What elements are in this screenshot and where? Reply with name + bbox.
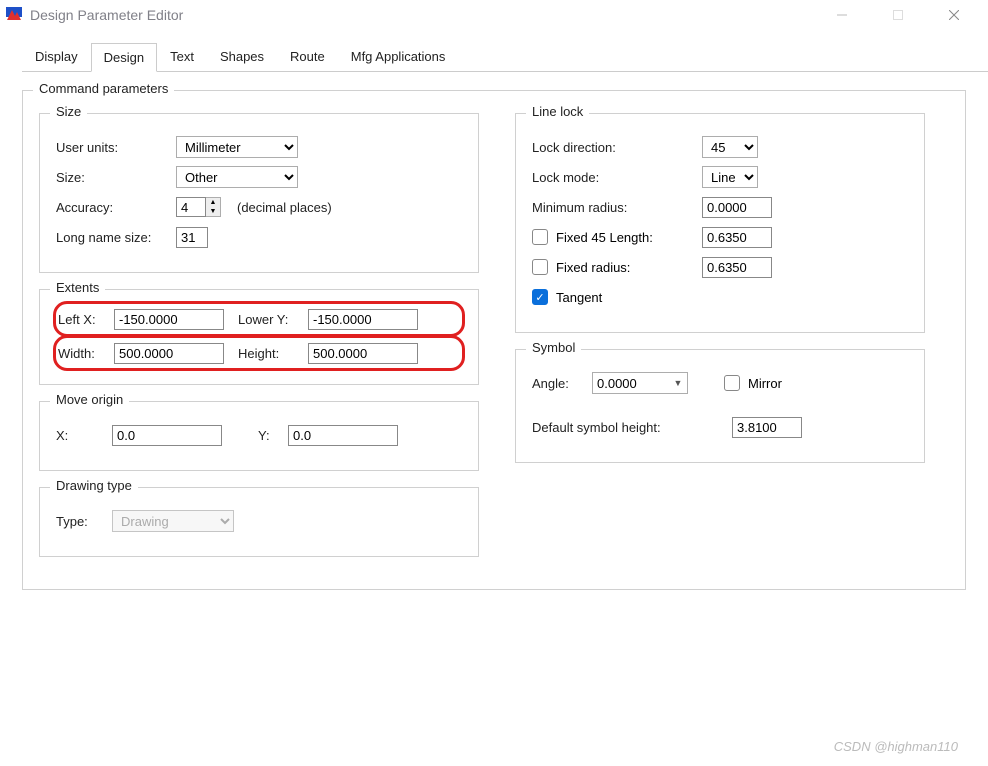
tab-display[interactable]: Display bbox=[22, 42, 91, 71]
move-x-input[interactable] bbox=[112, 425, 222, 446]
command-parameters-group: Command parameters Size User units: Mill… bbox=[22, 90, 966, 590]
width-input[interactable] bbox=[114, 343, 224, 364]
fixed-45-input[interactable] bbox=[702, 227, 772, 248]
tab-shapes[interactable]: Shapes bbox=[207, 42, 277, 71]
fixed-45-label: Fixed 45 Length: bbox=[556, 230, 653, 245]
user-units-label: User units: bbox=[56, 140, 176, 155]
minimize-button[interactable] bbox=[824, 1, 860, 29]
long-name-size-label: Long name size: bbox=[56, 230, 176, 245]
size-group: Size User units: Millimeter Size: Other … bbox=[39, 113, 479, 273]
checkbox-icon bbox=[724, 375, 740, 391]
window-controls bbox=[824, 1, 972, 29]
move-y-input[interactable] bbox=[288, 425, 398, 446]
type-select: Drawing bbox=[112, 510, 234, 532]
left-x-input[interactable] bbox=[114, 309, 224, 330]
close-button[interactable] bbox=[936, 1, 972, 29]
minimum-radius-input[interactable] bbox=[702, 197, 772, 218]
accuracy-spinner[interactable]: ▲▼ bbox=[176, 197, 221, 217]
symbol-legend: Symbol bbox=[526, 340, 581, 355]
angle-combo[interactable]: ▼ bbox=[592, 372, 688, 394]
checkbox-icon bbox=[532, 229, 548, 245]
fixed-45-checkbox[interactable]: Fixed 45 Length: bbox=[532, 229, 702, 245]
type-label: Type: bbox=[56, 514, 112, 529]
extents-legend: Extents bbox=[50, 280, 105, 295]
fixed-radius-label: Fixed radius: bbox=[556, 260, 630, 275]
command-parameters-legend: Command parameters bbox=[33, 81, 174, 96]
default-symbol-height-label: Default symbol height: bbox=[532, 420, 732, 435]
spinner-up-icon[interactable]: ▲ bbox=[206, 198, 220, 207]
lock-direction-select[interactable]: 45 bbox=[702, 136, 758, 158]
left-x-label: Left X: bbox=[58, 312, 114, 327]
minimum-radius-label: Minimum radius: bbox=[532, 200, 702, 215]
accuracy-hint: (decimal places) bbox=[237, 200, 332, 215]
angle-input[interactable] bbox=[593, 374, 669, 392]
fixed-radius-input[interactable] bbox=[702, 257, 772, 278]
tab-route[interactable]: Route bbox=[277, 42, 338, 71]
extents-highlight-2: Width: Height: bbox=[53, 335, 465, 371]
window-title: Design Parameter Editor bbox=[30, 7, 824, 23]
window-titlebar: Design Parameter Editor bbox=[0, 0, 988, 30]
watermark: CSDN @highman110 bbox=[834, 739, 958, 754]
maximize-button[interactable] bbox=[880, 1, 916, 29]
width-label: Width: bbox=[58, 346, 114, 361]
move-origin-legend: Move origin bbox=[50, 392, 129, 407]
line-lock-legend: Line lock bbox=[526, 104, 589, 119]
app-icon bbox=[6, 7, 22, 23]
checkbox-icon bbox=[532, 259, 548, 275]
line-lock-group: Line lock Lock direction: 45 Lock mode: … bbox=[515, 113, 925, 333]
fixed-radius-checkbox[interactable]: Fixed radius: bbox=[532, 259, 702, 275]
tangent-checkbox[interactable]: ✓ Tangent bbox=[532, 289, 602, 305]
height-label: Height: bbox=[238, 346, 308, 361]
size-select[interactable]: Other bbox=[176, 166, 298, 188]
mirror-label: Mirror bbox=[748, 376, 782, 391]
lock-mode-select[interactable]: Line bbox=[702, 166, 758, 188]
long-name-size-input[interactable] bbox=[176, 227, 208, 248]
drawing-type-legend: Drawing type bbox=[50, 478, 138, 493]
accuracy-label: Accuracy: bbox=[56, 200, 176, 215]
lock-mode-label: Lock mode: bbox=[532, 170, 702, 185]
lower-y-input[interactable] bbox=[308, 309, 418, 330]
spinner-down-icon[interactable]: ▼ bbox=[206, 207, 220, 216]
mirror-checkbox[interactable]: Mirror bbox=[724, 375, 782, 391]
move-y-label: Y: bbox=[258, 428, 288, 443]
move-x-label: X: bbox=[56, 428, 112, 443]
checkbox-checked-icon: ✓ bbox=[532, 289, 548, 305]
default-symbol-height-input[interactable] bbox=[732, 417, 802, 438]
angle-label: Angle: bbox=[532, 376, 592, 391]
tab-mfg-applications[interactable]: Mfg Applications bbox=[338, 42, 459, 71]
height-input[interactable] bbox=[308, 343, 418, 364]
symbol-group: Symbol Angle: ▼ Mirror Default sy bbox=[515, 349, 925, 463]
extents-highlight-1: Left X: Lower Y: bbox=[53, 301, 465, 337]
size-legend: Size bbox=[50, 104, 87, 119]
lower-y-label: Lower Y: bbox=[238, 312, 308, 327]
user-units-select[interactable]: Millimeter bbox=[176, 136, 298, 158]
size-label: Size: bbox=[56, 170, 176, 185]
tab-design[interactable]: Design bbox=[91, 43, 157, 72]
tab-bar: Display Design Text Shapes Route Mfg App… bbox=[22, 42, 988, 72]
chevron-down-icon[interactable]: ▼ bbox=[669, 378, 687, 388]
tab-text[interactable]: Text bbox=[157, 42, 207, 71]
tangent-label: Tangent bbox=[556, 290, 602, 305]
extents-group: Extents Left X: Lower Y: Width: bbox=[39, 289, 479, 385]
accuracy-input[interactable] bbox=[176, 197, 206, 217]
drawing-type-group: Drawing type Type: Drawing bbox=[39, 487, 479, 557]
lock-direction-label: Lock direction: bbox=[532, 140, 702, 155]
move-origin-group: Move origin X: Y: bbox=[39, 401, 479, 471]
